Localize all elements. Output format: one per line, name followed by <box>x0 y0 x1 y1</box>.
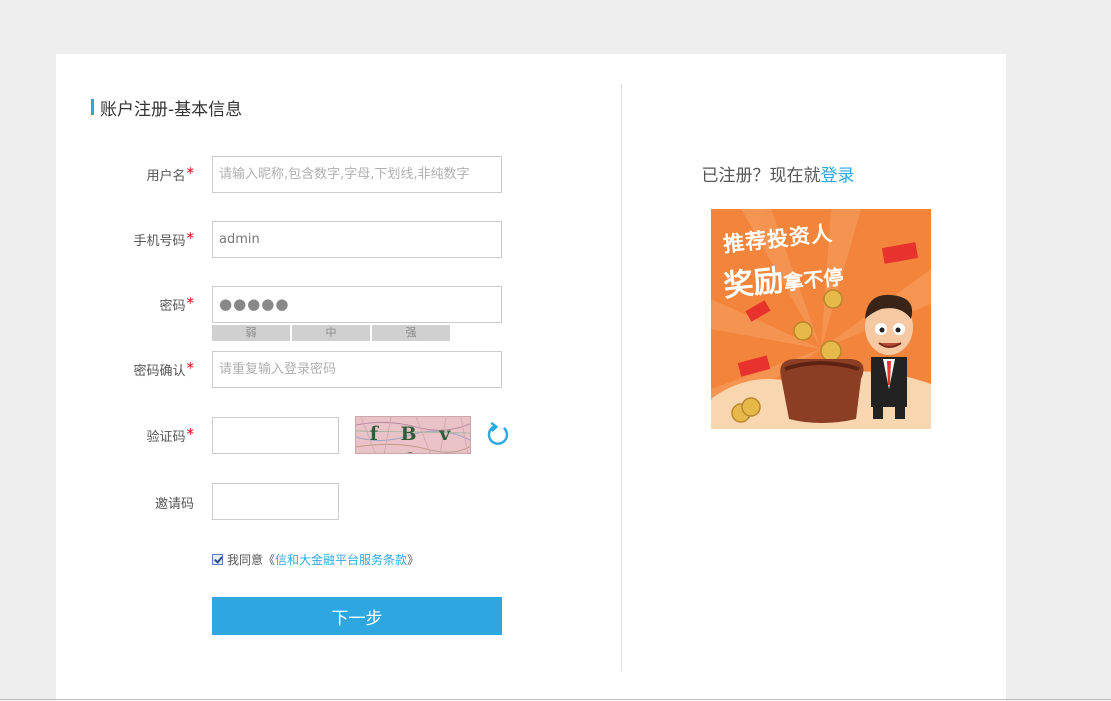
strength-medium: 中 <box>292 325 370 341</box>
required-mark: * <box>186 425 195 443</box>
strength-weak: 弱 <box>212 325 290 341</box>
required-mark: * <box>186 229 195 247</box>
login-prompt: 已注册？现在就登录 <box>668 161 888 186</box>
invite-label: 邀请码 <box>154 497 194 512</box>
phone-label: 手机号码 <box>133 234 186 249</box>
password-strength-meter: 弱 中 强 <box>212 325 452 341</box>
captcha-label-wrap: 验证码* <box>56 425 195 445</box>
confirm-label: 密码确认 <box>133 364 186 379</box>
captcha-image[interactable]: f B v e <box>355 416 471 454</box>
required-mark: * <box>186 164 195 182</box>
captcha-label: 验证码 <box>146 430 186 445</box>
password-label-wrap: 密码* <box>56 294 195 314</box>
strength-strong: 强 <box>372 325 450 341</box>
confirm-password-input[interactable] <box>212 351 502 388</box>
invite-code-input[interactable] <box>212 483 339 520</box>
terms-link[interactable]: 信和大金融平台服务条款 <box>275 551 407 568</box>
phone-input[interactable] <box>212 221 502 258</box>
refresh-captcha-icon[interactable] <box>485 422 511 448</box>
agree-prefix: 我同意《 <box>227 553 276 567</box>
password-label: 密码 <box>159 299 186 314</box>
required-mark: * <box>186 294 195 312</box>
vertical-divider <box>621 84 622 671</box>
promo-reward-sub: 拿不停 <box>782 264 845 295</box>
username-input[interactable] <box>212 156 502 193</box>
bottom-border <box>0 699 1111 700</box>
next-step-button[interactable]: 下一步 <box>212 597 502 635</box>
terms-agreement: 我同意《 信和大金融平台服务条款》 <box>212 551 419 568</box>
registration-card: 账户注册-基本信息 用户名* 手机号码* 密码* ●●●●● 弱 中 强 密码确… <box>56 54 1006 701</box>
agree-suffix: 》 <box>407 553 420 567</box>
username-label-wrap: 用户名* <box>56 164 195 184</box>
title-accent-bar <box>91 99 94 115</box>
phone-label-wrap: 手机号码* <box>56 229 195 249</box>
login-link[interactable]: 登录 <box>821 166 855 186</box>
promo-banner[interactable]: 推荐投资人 奖励拿不停 <box>711 209 931 429</box>
captcha-input[interactable] <box>212 417 339 454</box>
password-input[interactable]: ●●●●● <box>212 286 502 323</box>
promo-reward-text: 奖励 <box>721 263 786 305</box>
invite-label-wrap: 邀请码 <box>56 493 194 512</box>
username-label: 用户名 <box>146 169 186 184</box>
login-prompt-text: 已注册？现在就 <box>701 166 821 186</box>
page-title: 账户注册-基本信息 <box>100 100 243 120</box>
captcha-text: f B v e <box>369 423 459 453</box>
confirm-label-wrap: 密码确认* <box>56 359 195 379</box>
terms-checkbox[interactable] <box>212 554 223 565</box>
required-mark: * <box>186 359 195 377</box>
